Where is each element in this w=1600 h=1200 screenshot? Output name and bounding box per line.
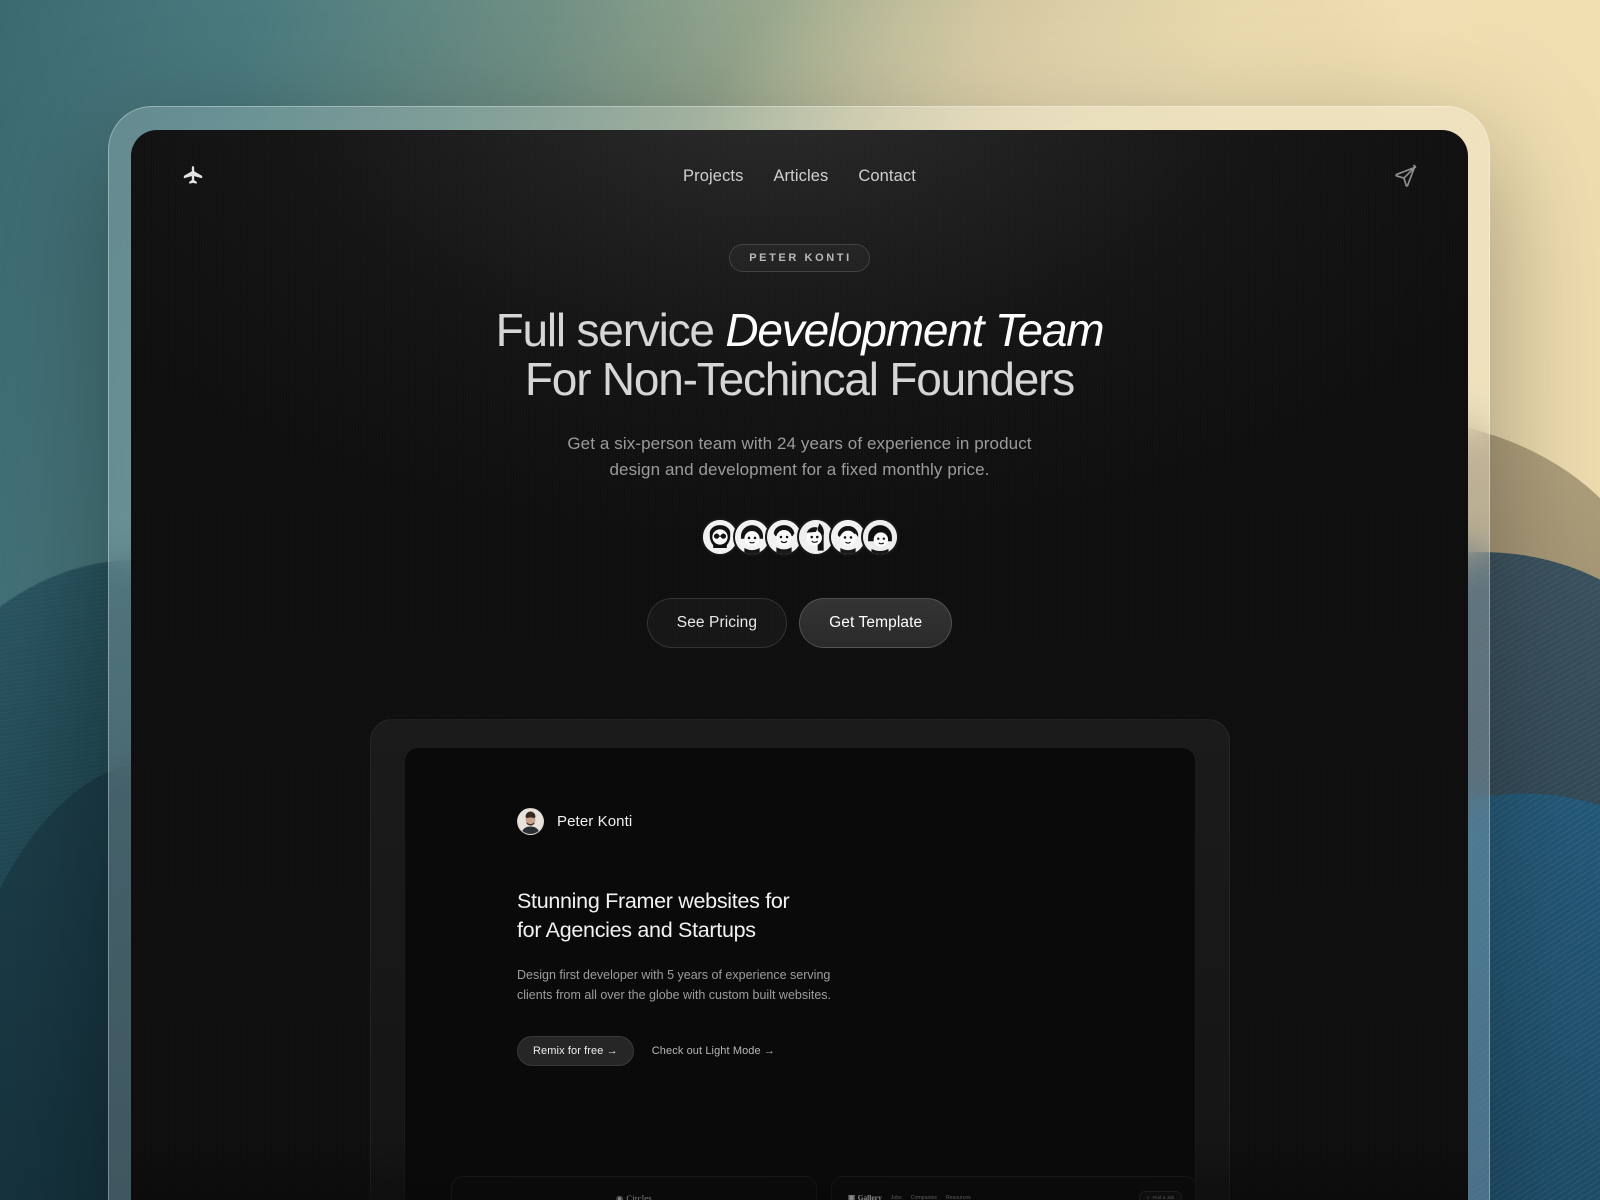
circles-logo-text: Circles	[626, 1193, 652, 1200]
avatar	[860, 518, 899, 557]
preview-card-gallery[interactable]: ▣ Gallery Jobs Companies Resources ⌕ Fin…	[831, 1176, 1195, 1200]
hero-subtitle-line-1: Get a six-person team with 24 years of e…	[567, 433, 1032, 453]
mockup-preview-cards: ◉ Circles Introducing Framer Academy Ful…	[451, 1176, 1195, 1200]
headline-plain: Full service	[495, 304, 726, 356]
gallery-search-button[interactable]: ⌕ Find a Job	[1138, 1191, 1182, 1200]
mockup-description-line-2: clients from all over the globe with cus…	[517, 988, 832, 1003]
mockup-cta-group: Remix for free → Check out Light Mode →	[517, 1036, 1195, 1067]
check-out-light-mode-link[interactable]: Check out Light Mode →	[652, 1045, 775, 1057]
hero-subtitle-line-2: design and development for a fixed month…	[609, 459, 990, 479]
nav-link-contact[interactable]: Contact	[858, 167, 916, 186]
gallery-nav-resources[interactable]: Resources	[946, 1195, 971, 1200]
search-icon: ⌕	[1146, 1195, 1150, 1200]
hero-cta-group: See Pricing Get Template	[131, 598, 1468, 649]
team-avatar-group	[131, 518, 1468, 557]
laptop-mockup: Peter Konti Stunning Framer websites for…	[370, 719, 1230, 1200]
mockup-title-line-1: Stunning Framer websites for	[517, 889, 790, 913]
gallery-nav-companies[interactable]: Companies	[911, 1195, 937, 1200]
gallery-search-label: Find a Job	[1152, 1195, 1174, 1200]
page-title: Full service Development Team For Non-Te…	[131, 306, 1468, 404]
hero-subtitle: Get a six-person team with 24 years of e…	[131, 431, 1468, 484]
status-badge: PETER KONTI	[729, 244, 870, 272]
see-pricing-button[interactable]: See Pricing	[646, 598, 788, 649]
headline-accent: Development Team	[725, 304, 1104, 356]
gallery-nav-jobs[interactable]: Jobs	[891, 1195, 902, 1200]
nav-link-projects[interactable]: Projects	[683, 167, 743, 186]
gallery-logo-text: Gallery	[857, 1193, 882, 1200]
laptop-screen: Peter Konti Stunning Framer websites for…	[404, 747, 1196, 1200]
website-page: Projects Articles Contact PETER KONTI Fu…	[131, 130, 1468, 1200]
gallery-logo-icon: ▣	[848, 1193, 856, 1200]
headline-line-1: Full service Development Team	[495, 304, 1105, 356]
nav-link-articles[interactable]: Articles	[773, 167, 828, 186]
circles-logo-icon: ◉	[616, 1193, 624, 1200]
gallery-logo: ▣ Gallery	[848, 1193, 882, 1200]
preview-card-circles[interactable]: ◉ Circles Introducing Framer Academy Ful…	[451, 1176, 817, 1200]
mockup-title-line-2: for Agencies and Startups	[517, 917, 756, 942]
hero-eyebrow-wrapper: PETER KONTI	[131, 244, 1468, 272]
avatar	[517, 808, 544, 835]
mockup-content: Peter Konti Stunning Framer websites for…	[405, 748, 1195, 1067]
get-template-button[interactable]: Get Template	[799, 598, 953, 649]
mockup-description-line-1: Design first developer with 5 years of e…	[517, 968, 831, 983]
nav-links-group: Projects Articles Contact	[131, 130, 1468, 222]
remix-for-free-button[interactable]: Remix for free →	[517, 1036, 634, 1067]
gallery-nav-bar: ▣ Gallery Jobs Companies Resources ⌕ Fin…	[832, 1177, 1195, 1200]
circles-logo: ◉ Circles	[452, 1193, 816, 1200]
mockup-author: Peter Konti	[517, 808, 1195, 835]
site-top-navigation: Projects Articles Contact	[131, 130, 1468, 222]
mockup-author-name: Peter Konti	[557, 813, 633, 830]
mockup-title: Stunning Framer websites for for Agencie…	[517, 887, 1195, 944]
mockup-description: Design first developer with 5 years of e…	[517, 965, 1195, 1005]
hero-section: PETER KONTI Full service Development Tea…	[131, 222, 1468, 649]
headline-line-2: For Non-Techincal Founders	[524, 352, 1075, 405]
